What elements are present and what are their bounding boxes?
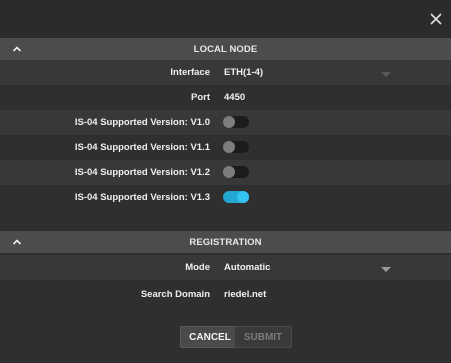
toggle-knob xyxy=(223,116,235,128)
interface-select[interactable]: ETH(1-4) xyxy=(224,60,263,85)
section-title: LOCAL NODE xyxy=(193,43,258,55)
port-label: Port xyxy=(191,92,210,103)
version-v1-1-toggle[interactable] xyxy=(223,141,249,153)
submit-button[interactable]: SUBMIT xyxy=(234,326,292,348)
close-icon[interactable] xyxy=(429,12,443,26)
version-row-v1-1: IS-04 Supported Version: V1.1 xyxy=(0,135,451,160)
dialog-top-bar xyxy=(0,0,451,38)
version-label: IS-04 Supported Version: V1.0 xyxy=(74,117,210,128)
toggle-knob xyxy=(223,141,235,153)
version-label: IS-04 Supported Version: V1.3 xyxy=(74,192,210,203)
search-domain-field[interactable]: riedel.net xyxy=(224,282,266,307)
version-row-v1-0: IS-04 Supported Version: V1.0 xyxy=(0,110,451,135)
version-row-v1-2: IS-04 Supported Version: V1.2 xyxy=(0,160,451,185)
version-v1-2-toggle[interactable] xyxy=(223,166,249,178)
section-header-registration: REGISTRATION xyxy=(0,231,451,253)
search-domain-label: Search Domain xyxy=(140,289,210,300)
mode-label: Mode xyxy=(185,262,210,273)
version-v1-3-toggle[interactable] xyxy=(223,191,249,203)
search-domain-row: Search Domain riedel.net xyxy=(0,282,451,307)
chevron-up-icon[interactable] xyxy=(12,237,22,247)
port-field[interactable]: 4450 xyxy=(224,85,245,110)
version-label: IS-04 Supported Version: V1.1 xyxy=(74,142,210,153)
version-label: IS-04 Supported Version: V1.2 xyxy=(74,167,210,178)
interface-row: Interface ETH(1-4) xyxy=(0,60,451,85)
chevron-up-icon[interactable] xyxy=(12,44,22,54)
cancel-button[interactable]: CANCEL xyxy=(180,326,240,348)
chevron-down-icon[interactable] xyxy=(381,265,391,272)
interface-label: Interface xyxy=(170,67,210,78)
chevron-down-icon[interactable] xyxy=(381,70,391,77)
port-row: Port 4450 xyxy=(0,85,451,110)
version-v1-0-toggle[interactable] xyxy=(223,116,249,128)
mode-select[interactable]: Automatic xyxy=(224,255,270,280)
toggle-knob xyxy=(223,166,235,178)
mode-row: Mode Automatic xyxy=(0,255,451,280)
version-row-v1-3: IS-04 Supported Version: V1.3 xyxy=(0,185,451,210)
toggle-knob xyxy=(237,191,249,203)
section-header-local-node: LOCAL NODE xyxy=(0,38,451,60)
section-title: REGISTRATION xyxy=(189,236,262,248)
